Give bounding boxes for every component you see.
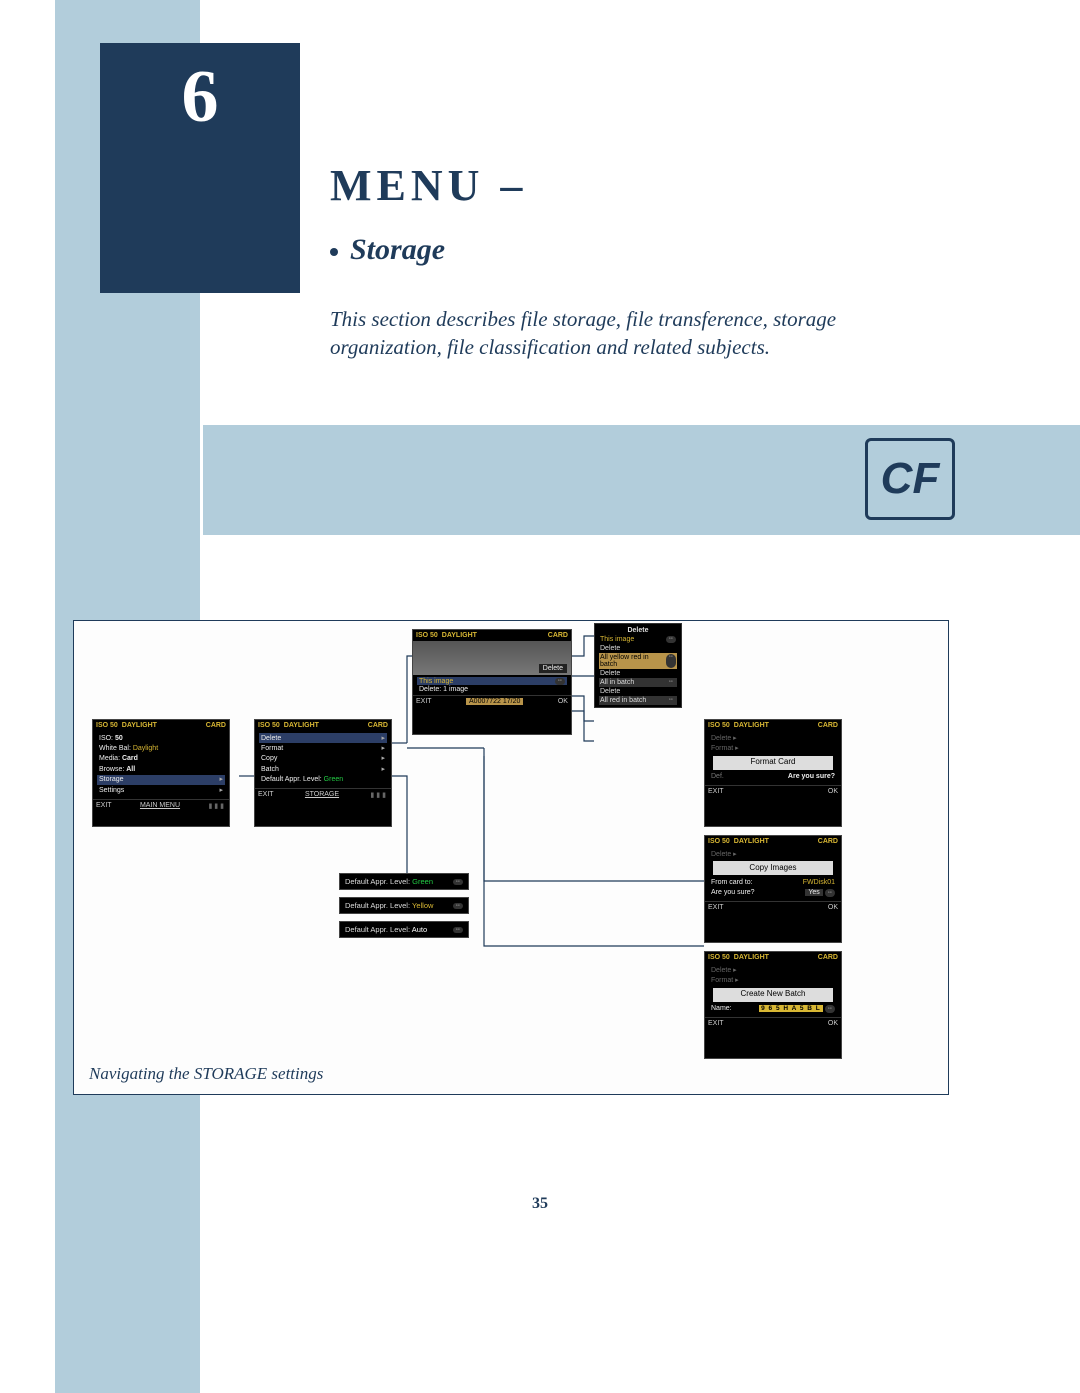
appr-level-green: Default Appr. Level: Green◦◦ xyxy=(339,873,469,890)
diagram-caption: Navigating the STORAGE settings xyxy=(89,1064,323,1084)
storage-subtitle: Storage xyxy=(330,233,890,267)
format-card-panel: ISO 50 DAYLIGHT CARD Delete ▸ Format ▸ F… xyxy=(704,719,842,827)
chapter-number-box: 6 xyxy=(100,43,300,293)
appr-level-auto: Default Appr. Level: Auto◦◦ xyxy=(339,921,469,938)
page-number: 35 xyxy=(0,1195,1080,1213)
main-menu-panel: ISO 50 DAYLIGHT CARD ISO: 50 White Bal: … xyxy=(92,719,230,827)
delete-preview-panel: ISO 50 DAYLIGHT CARD Delete This image◦◦… xyxy=(412,629,572,735)
menu-title: Menu – xyxy=(330,160,890,211)
storage-menu-panel: ISO 50 DAYLIGHT CARD Delete▸ Format▸ Cop… xyxy=(254,719,392,827)
bullet-icon xyxy=(330,248,338,256)
cf-card-icon: CF xyxy=(865,438,955,520)
chapter-number: 6 xyxy=(182,55,219,140)
navigation-diagram: ISO 50 DAYLIGHT CARD ISO: 50 White Bal: … xyxy=(73,620,949,1095)
create-batch-panel: ISO 50 DAYLIGHT CARD Delete ▸ Format ▸ C… xyxy=(704,951,842,1059)
delete-options-panel: Delete This image◦◦ Delete All yellow re… xyxy=(594,623,682,708)
appr-level-yellow: Default Appr. Level: Yellow◦◦ xyxy=(339,897,469,914)
panel-header: ISO 50 DAYLIGHT CARD xyxy=(93,720,229,731)
intro-text: This section describes file storage, fil… xyxy=(330,305,850,362)
copy-images-panel: ISO 50 DAYLIGHT CARD Delete ▸ Copy Image… xyxy=(704,835,842,943)
title-block: Menu – Storage This section describes fi… xyxy=(330,160,890,362)
